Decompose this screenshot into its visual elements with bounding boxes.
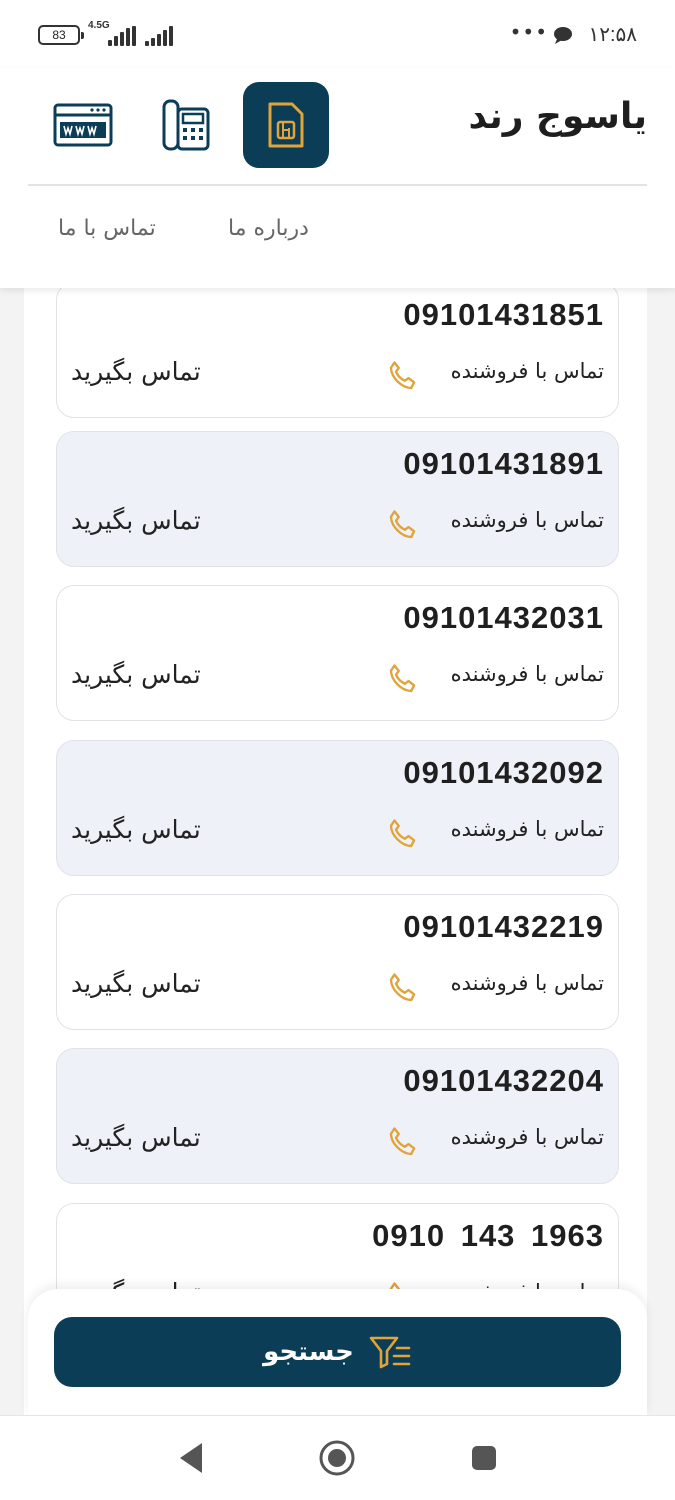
sim-card-icon [268,102,304,148]
phone-icon [389,973,416,1002]
seller-label: تماس با فروشنده [450,817,604,841]
app-header: یاسوج رند درباره ما تماس با ما [0,68,675,288]
listing-card[interactable]: 09101431851 تماس با فروشنده تماس بگیرید [56,288,619,418]
nav-contact[interactable]: تماس با ما [58,216,156,241]
call-button[interactable]: تماس بگیرید [71,969,201,998]
sim-number: 09101431891 [403,446,604,481]
sim-number: 0910 143 1963 [372,1218,604,1253]
battery-indicator: 83 [38,25,84,45]
search-label: جستجو [263,1337,354,1367]
seller-label: تماس با فروشنده [450,1125,604,1149]
website-button[interactable] [40,82,126,168]
phone-icon [389,510,416,539]
call-button[interactable]: تماس بگیرید [71,357,201,386]
phone-icon [389,361,416,390]
more-notifications-icon: ••• [509,20,548,44]
search-panel: جستجو [28,1289,647,1415]
listing-card[interactable]: 09101432204 تماس با فروشنده تماس بگیرید [56,1048,619,1184]
call-button[interactable]: تماس بگیرید [71,506,201,535]
call-button[interactable]: تماس بگیرید [71,1123,201,1152]
signal-icon [108,26,136,46]
seller-label: تماس با فروشنده [450,971,604,995]
home-icon[interactable] [318,1439,356,1477]
header-divider [28,184,647,186]
landline-button[interactable] [143,82,229,168]
listing-card[interactable]: 09101432031 تماس با فروشنده تماس بگیرید [56,585,619,721]
listings-container: 09101431851 تماس با فروشنده تماس بگیرید … [24,288,647,1415]
back-icon[interactable] [176,1440,206,1476]
listing-card[interactable]: 09101432219 تماس با فروشنده تماس بگیرید [56,894,619,1030]
listing-card[interactable]: 09101432092 تماس با فروشنده تماس بگیرید [56,740,619,876]
app-title: یاسوج رند [468,96,647,137]
seller-label: تماس با فروشنده [450,359,604,383]
sim-number: 09101431851 [403,297,604,332]
www-icon [53,103,113,147]
sim-number: 09101432092 [403,755,604,790]
status-bar: 83 4.5G ••• ۱۲:۵۸ [0,0,675,68]
filter-icon [369,1336,411,1369]
sim-number: 09101432031 [403,600,604,635]
phone-icon [389,1127,416,1156]
call-button[interactable]: تماس بگیرید [71,815,201,844]
nav-about[interactable]: درباره ما [228,216,309,241]
seller-label: تماس با فروشنده [450,662,604,686]
system-nav-bar [0,1415,675,1500]
recents-icon[interactable] [470,1444,498,1472]
clock: ۱۲:۵۸ [588,24,637,46]
seller-label: تماس با فروشنده [450,508,604,532]
signal-icon [145,26,175,46]
listing-card[interactable]: 09101431891 تماس با فروشنده تماس بگیرید [56,431,619,567]
phone-icon [389,664,416,693]
call-button[interactable]: تماس بگیرید [71,660,201,689]
phone-icon [389,819,416,848]
desk-phone-icon [162,99,210,151]
sim-number: 09101432204 [403,1063,604,1098]
search-button[interactable]: جستجو [54,1317,621,1387]
message-icon [553,26,573,48]
network-type: 4.5G [88,20,110,31]
sim-card-button[interactable] [243,82,329,168]
sim-number: 09101432219 [403,909,604,944]
